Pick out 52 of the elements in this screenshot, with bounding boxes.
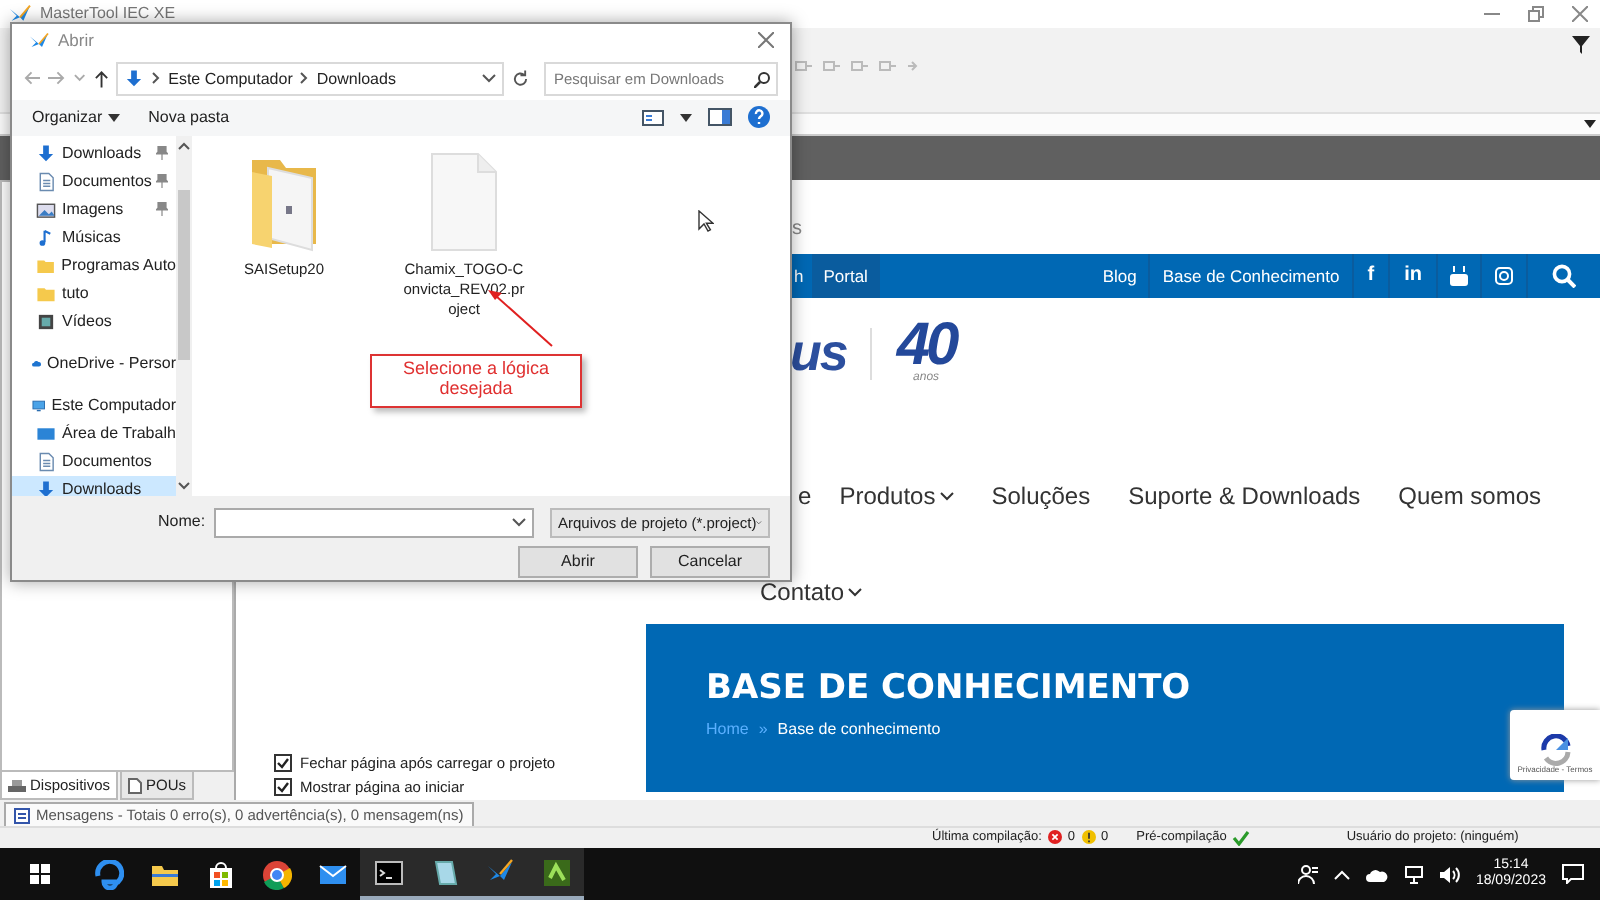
social-link[interactable]: in xyxy=(1388,254,1436,298)
breadcrumb-item[interactable]: Este Computador xyxy=(168,69,293,89)
nav-label: tuto xyxy=(62,283,89,304)
nav-label: Programas Auto xyxy=(61,255,176,276)
nav-link[interactable]: Blog xyxy=(1090,254,1149,298)
nav-label: Downloads xyxy=(62,143,142,164)
nav-label: OneDrive - Persor xyxy=(47,353,176,374)
page-heading: BASE DE CONHECIMENTO xyxy=(706,668,1193,709)
open-button[interactable]: Abrir xyxy=(518,545,638,578)
toolbar-button[interactable]: Organizar xyxy=(32,108,121,128)
window-title: MasterTool IEC XE xyxy=(40,4,176,24)
nav-item[interactable]: OneDrive - Persor xyxy=(12,349,176,378)
menu-link[interactable]: Quem somos xyxy=(1398,480,1542,512)
nav-item[interactable]: Músicas xyxy=(12,223,176,252)
nav-link[interactable]: Portal xyxy=(811,254,880,298)
breadcrumb-separator: » xyxy=(758,720,768,740)
callout-note: Selecione a lógica desejada xyxy=(370,354,582,408)
menu-link[interactable]: Suporte & Downloads xyxy=(1128,480,1361,512)
address-bar[interactable]: Este Computador Downloads xyxy=(116,61,504,96)
nav-label: Imagens xyxy=(62,199,124,220)
nav-item[interactable]: Documentos xyxy=(12,167,176,196)
nav-item[interactable]: tuto xyxy=(12,279,176,308)
nav-label: Este Computador xyxy=(51,395,176,416)
menu-link[interactable]: e xyxy=(798,480,812,512)
nav-item[interactable]: Imagens xyxy=(12,195,176,224)
nav-item[interactable]: Documentos xyxy=(12,447,176,476)
menu-link[interactable]: Soluções xyxy=(991,480,1091,512)
nav-item[interactable]: Vídeos xyxy=(12,307,176,336)
breadcrumb-current: Base de conhecimento xyxy=(777,720,941,740)
nav-item[interactable]: Programas Auto xyxy=(12,251,176,280)
nav-label: Downloads xyxy=(62,479,142,496)
nav-label: Documentos xyxy=(62,171,152,192)
menu-link[interactable]: Produtos xyxy=(839,480,954,512)
nav-item[interactable]: Downloads xyxy=(12,139,176,168)
nav-link[interactable]: h xyxy=(790,254,812,298)
social-link[interactable]: f xyxy=(1351,254,1389,298)
text-fragment: s xyxy=(792,218,802,242)
nav-item[interactable]: Área de Trabalh xyxy=(12,419,176,448)
toolbar-button[interactable]: Nova pasta xyxy=(148,108,230,128)
nav-label: Vídeos xyxy=(62,311,112,332)
nav-item[interactable]: Este Computador xyxy=(12,391,176,420)
nav-item[interactable]: Downloads xyxy=(12,475,176,496)
field-label: Nome: xyxy=(158,512,206,533)
dialog-title: Abrir xyxy=(58,30,94,51)
nav-label: Área de Trabalh xyxy=(62,423,176,444)
breadcrumb-item[interactable]: Downloads xyxy=(316,69,396,89)
cancel-button[interactable]: Cancelar xyxy=(650,545,770,578)
nav-label: Músicas xyxy=(62,227,121,248)
logo-text: us xyxy=(790,321,847,385)
menu-link[interactable]: Contato xyxy=(760,576,863,608)
nav-link[interactable]: Base de Conhecimento xyxy=(1148,254,1352,298)
nav-label: Documentos xyxy=(62,451,152,472)
